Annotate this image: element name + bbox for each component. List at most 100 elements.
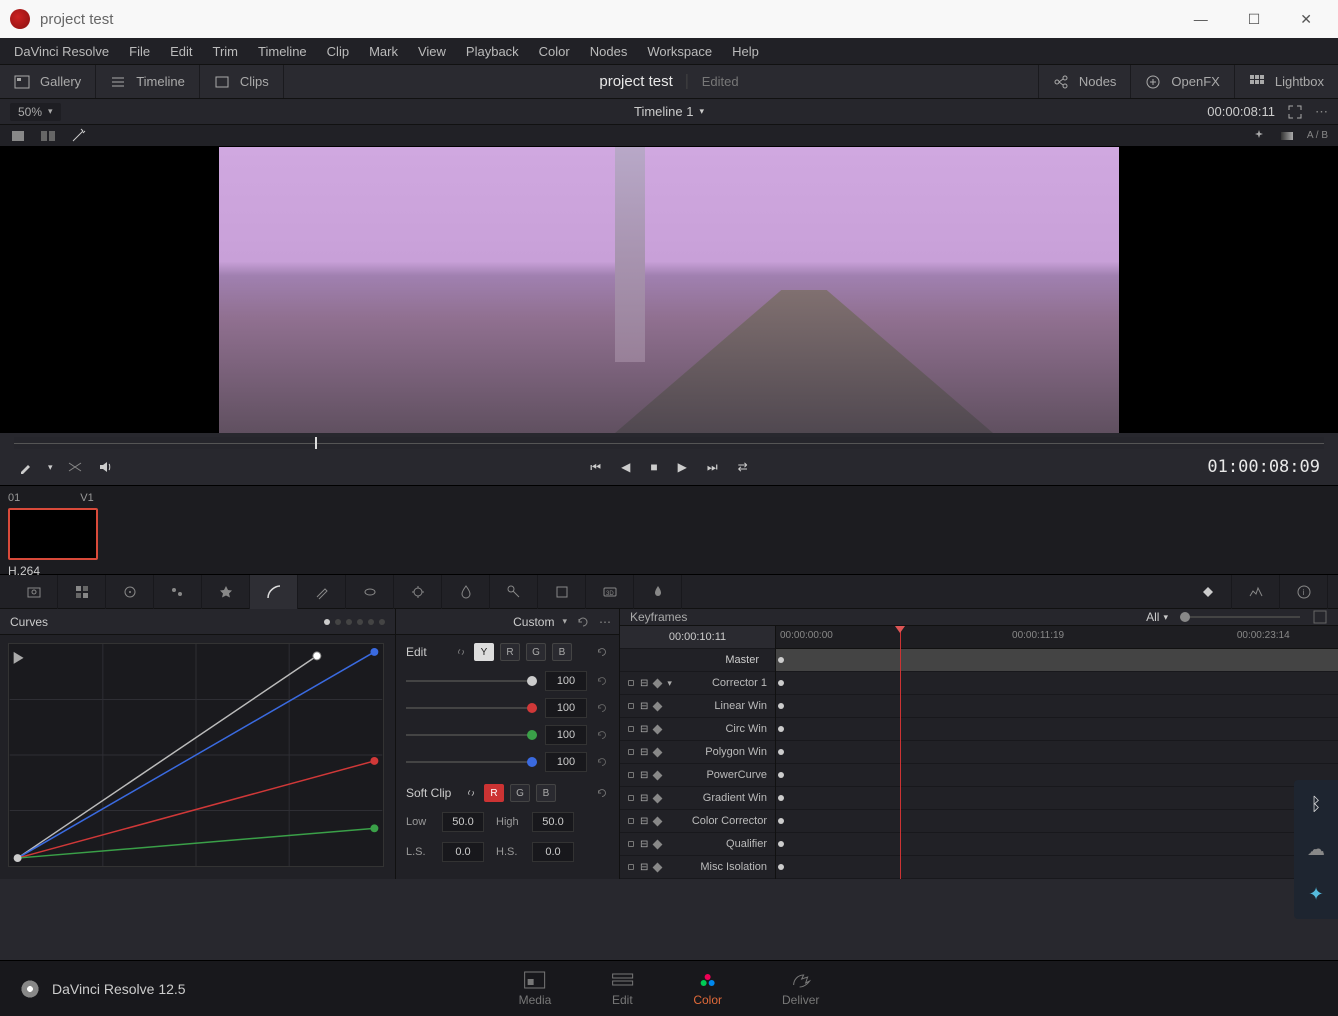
reset-icon[interactable] bbox=[595, 727, 609, 743]
reset-icon[interactable] bbox=[595, 754, 609, 770]
dual-view-icon[interactable] bbox=[40, 128, 56, 144]
menu-view[interactable]: View bbox=[408, 40, 456, 63]
expand-icon[interactable] bbox=[1287, 104, 1303, 120]
prev-frame-button[interactable]: ◀ bbox=[621, 460, 630, 475]
keyframe-timeline[interactable]: 00:00:00:00 00:00:11:19 00:00:23:14 bbox=[776, 626, 1338, 879]
color-page-button[interactable]: Color bbox=[693, 971, 722, 1007]
openfx-toggle[interactable]: OpenFX bbox=[1130, 65, 1233, 98]
keyframe-track-row[interactable]: Master bbox=[620, 649, 775, 672]
minimize-button[interactable]: — bbox=[1194, 11, 1208, 28]
first-frame-button[interactable]: ⏮ bbox=[590, 460, 601, 475]
keyframe-track-row[interactable]: ⊟▾Corrector 1 bbox=[620, 672, 775, 695]
deliver-page-button[interactable]: Deliver bbox=[782, 971, 819, 1007]
curves-palette[interactable] bbox=[250, 575, 298, 609]
audio-icon[interactable] bbox=[97, 459, 113, 475]
log-palette[interactable] bbox=[202, 575, 250, 609]
maximize-button[interactable]: ☐ bbox=[1248, 11, 1261, 28]
lightbox-toggle[interactable]: Lightbox bbox=[1234, 65, 1338, 98]
channel-g-button[interactable]: G bbox=[526, 643, 546, 661]
gallery-toggle[interactable]: Gallery bbox=[0, 65, 96, 98]
menu-davinci-resolve[interactable]: DaVinci Resolve bbox=[4, 40, 119, 63]
expand-icon[interactable] bbox=[1312, 609, 1328, 625]
keyframe-marker[interactable] bbox=[778, 864, 784, 870]
ls-value[interactable]: 0.0 bbox=[442, 842, 484, 862]
menu-file[interactable]: File bbox=[119, 40, 160, 63]
keyframe-marker[interactable] bbox=[778, 841, 784, 847]
keyframe-marker[interactable] bbox=[778, 726, 784, 732]
keyframe-track[interactable] bbox=[776, 856, 1338, 879]
edit-page-button[interactable]: Edit bbox=[611, 971, 633, 1007]
channel-value[interactable]: 100 bbox=[545, 671, 587, 691]
window-palette[interactable] bbox=[346, 575, 394, 609]
channel-value[interactable]: 100 bbox=[545, 752, 587, 772]
tracking-palette[interactable] bbox=[394, 575, 442, 609]
channel-r-button[interactable]: R bbox=[500, 643, 520, 661]
camera-raw-palette[interactable] bbox=[10, 575, 58, 609]
softclip-b-button[interactable]: B bbox=[536, 784, 556, 802]
reset-icon[interactable] bbox=[595, 785, 609, 801]
timeline-selector[interactable]: Timeline 1 ▾ bbox=[634, 104, 704, 119]
channel-value[interactable]: 100 bbox=[545, 698, 587, 718]
ab-compare-label[interactable]: A / B bbox=[1307, 130, 1328, 141]
qualifier-palette[interactable] bbox=[298, 575, 346, 609]
curves-graph[interactable] bbox=[8, 643, 384, 867]
keyframe-track[interactable] bbox=[776, 672, 1338, 695]
loop-button[interactable]: ⇄ bbox=[738, 460, 748, 475]
keyframe-track[interactable] bbox=[776, 649, 1338, 672]
timeline-toggle[interactable]: Timeline bbox=[96, 65, 200, 98]
playhead[interactable] bbox=[315, 437, 317, 449]
scopes-icon[interactable] bbox=[1232, 575, 1280, 609]
media-page-button[interactable]: Media bbox=[519, 971, 552, 1007]
info-icon[interactable]: i bbox=[1280, 575, 1328, 609]
clips-toggle[interactable]: Clips bbox=[200, 65, 284, 98]
menu-help[interactable]: Help bbox=[722, 40, 769, 63]
softclip-r-button[interactable]: R bbox=[484, 784, 504, 802]
color-wheels-palette[interactable] bbox=[106, 575, 154, 609]
keyframe-track-row[interactable]: ⊟Polygon Win bbox=[620, 741, 775, 764]
color-match-palette[interactable] bbox=[58, 575, 106, 609]
keyframe-marker[interactable] bbox=[778, 657, 784, 663]
nodes-toggle[interactable]: Nodes bbox=[1038, 65, 1131, 98]
menu-nodes[interactable]: Nodes bbox=[580, 40, 638, 63]
softclip-g-button[interactable]: G bbox=[510, 784, 530, 802]
keyframe-track-row[interactable]: ⊟Qualifier bbox=[620, 833, 775, 856]
last-frame-button[interactable]: ⏭ bbox=[707, 460, 718, 475]
bluetooth-icon[interactable]: ᛒ bbox=[1311, 794, 1322, 815]
more-icon[interactable]: ⋯ bbox=[599, 615, 611, 629]
color-picker-icon[interactable] bbox=[18, 459, 34, 475]
channel-value[interactable]: 100 bbox=[545, 725, 587, 745]
keyframe-marker[interactable] bbox=[778, 703, 784, 709]
keyframe-track-row[interactable]: ⊟Misc Isolation bbox=[620, 856, 775, 879]
menu-clip[interactable]: Clip bbox=[317, 40, 359, 63]
keyframe-ruler[interactable]: 00:00:00:00 00:00:11:19 00:00:23:14 bbox=[776, 626, 1338, 649]
preview-image[interactable] bbox=[219, 147, 1119, 433]
keyframe-marker[interactable] bbox=[778, 818, 784, 824]
channel-slider[interactable] bbox=[406, 734, 537, 736]
channel-y-button[interactable]: Y bbox=[474, 643, 494, 661]
viewer-timecode[interactable]: 00:00:08:11 bbox=[1207, 104, 1275, 119]
close-button[interactable]: ✕ bbox=[1300, 11, 1312, 28]
keyframes-filter[interactable]: All ▾ bbox=[1146, 610, 1168, 624]
channel-slider[interactable] bbox=[406, 680, 537, 682]
clip-thumbnail[interactable] bbox=[8, 508, 98, 560]
sizing-palette[interactable] bbox=[538, 575, 586, 609]
link-icon[interactable] bbox=[454, 644, 468, 660]
transport-timecode[interactable]: 01:00:08:09 bbox=[1207, 457, 1320, 477]
stop-button[interactable]: ■ bbox=[650, 460, 657, 475]
keyframe-track[interactable] bbox=[776, 787, 1338, 810]
menu-workspace[interactable]: Workspace bbox=[637, 40, 722, 63]
key-palette[interactable] bbox=[490, 575, 538, 609]
menu-color[interactable]: Color bbox=[529, 40, 580, 63]
reset-icon[interactable] bbox=[595, 644, 609, 660]
menu-edit[interactable]: Edit bbox=[160, 40, 202, 63]
sparkles-icon[interactable] bbox=[1251, 128, 1267, 144]
keyframe-track-row[interactable]: ⊟Linear Win bbox=[620, 695, 775, 718]
bird-icon[interactable]: ✦ bbox=[1308, 884, 1323, 905]
keyframe-marker[interactable] bbox=[778, 772, 784, 778]
viewer-scrubber[interactable] bbox=[14, 437, 1324, 449]
keyframe-track[interactable] bbox=[776, 695, 1338, 718]
chevron-down-icon[interactable]: ▾ bbox=[48, 462, 53, 473]
menu-timeline[interactable]: Timeline bbox=[248, 40, 317, 63]
keyframe-playhead[interactable] bbox=[900, 626, 901, 879]
reset-icon[interactable] bbox=[575, 614, 591, 630]
